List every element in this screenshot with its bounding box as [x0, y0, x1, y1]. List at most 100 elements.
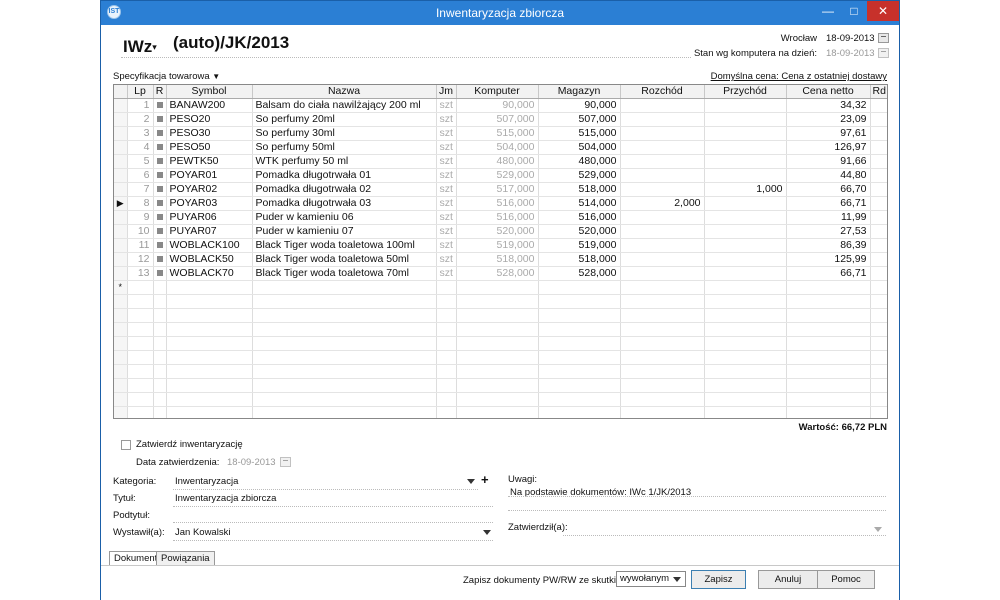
symbol-cell[interactable]: BANAW200 — [166, 98, 253, 113]
podtytul-field[interactable] — [173, 522, 493, 523]
empty-cell[interactable] — [538, 280, 621, 295]
table-row[interactable]: 7 POYAR02 Pomadka długotrwała 02 szt 517,000… — [114, 182, 887, 197]
magazyn-cell[interactable]: 90,000 — [538, 98, 621, 113]
empty-cell[interactable] — [456, 280, 539, 295]
r-header[interactable]: R — [153, 85, 167, 99]
wystawil-field[interactable]: Jan Kowalski — [175, 527, 230, 538]
magazyn-cell[interactable]: 518,000 — [538, 182, 621, 197]
table-row[interactable]: 1 BANAW200 Balsam do ciała nawilżający 200… — [114, 98, 887, 113]
lp-header[interactable]: Lp — [127, 85, 154, 99]
symbol-cell[interactable]: WOBLACK100 — [166, 238, 253, 253]
cena-cell[interactable]: 91,66 — [786, 154, 871, 169]
empty-cell[interactable] — [252, 280, 437, 295]
cena-cell[interactable]: 126,97 — [786, 140, 871, 155]
nazwa-cell[interactable]: So perfumy 30ml — [252, 126, 437, 141]
title-bar[interactable]: IST Inwentaryzacja zbiorcza — □ ✕ — [101, 1, 899, 25]
symbol-cell[interactable]: PESO20 — [166, 112, 253, 127]
cena-cell[interactable]: 86,39 — [786, 238, 871, 253]
default-price-link[interactable]: Domyślna cena: Cena z ostatniej dostawy — [661, 71, 887, 82]
close-button[interactable]: ✕ — [867, 1, 899, 21]
new-row[interactable]: * — [114, 280, 887, 295]
cancel-button[interactable]: Anuluj — [758, 570, 818, 589]
maximize-button[interactable]: □ — [841, 1, 867, 21]
jm-header[interactable]: Jm — [436, 85, 457, 99]
magazyn-cell[interactable]: 528,000 — [538, 266, 621, 281]
table-row[interactable]: 13 WOBLACK70 Black Tiger woda toaletowa 70… — [114, 266, 887, 281]
nazwa-cell[interactable]: So perfumy 20ml — [252, 112, 437, 127]
komputer-header[interactable]: Komputer — [456, 85, 539, 99]
tytul-field[interactable]: Inwentaryzacja zbiorcza — [175, 493, 276, 504]
symbol-cell[interactable]: WOBLACK50 — [166, 252, 253, 267]
table-row[interactable]: 4 PESO50 So perfumy 50ml szt 504,000 504,000 1… — [114, 140, 887, 155]
cena-cell[interactable]: 125,99 — [786, 252, 871, 267]
empty-cell[interactable] — [786, 280, 871, 295]
table-row[interactable]: 10 PUYAR07 Puder w kamieniu 07 szt 520,000 52… — [114, 224, 887, 239]
symbol-cell[interactable]: PUYAR07 — [166, 224, 253, 239]
magazyn-cell[interactable]: 518,000 — [538, 252, 621, 267]
save-button[interactable]: Zapisz — [691, 570, 746, 589]
magazyn-cell[interactable]: 516,000 — [538, 210, 621, 225]
empty-cell[interactable] — [870, 280, 887, 295]
table-row[interactable]: 2 PESO20 So perfumy 20ml szt 507,000 507,000 2… — [114, 112, 887, 127]
cena-cell[interactable]: 23,09 — [786, 112, 871, 127]
table-row[interactable]: 5 PEWTK50 WTK perfumy 50 ml szt 480,000 480,0… — [114, 154, 887, 169]
minimize-button[interactable]: — — [815, 1, 841, 21]
magazyn-cell[interactable]: 520,000 — [538, 224, 621, 239]
add-category-button[interactable]: + — [481, 472, 489, 487]
table-row[interactable]: 6 POYAR01 Pomadka długotrwała 01 szt 529,000… — [114, 168, 887, 183]
empty-cell[interactable] — [436, 280, 457, 295]
nazwa-cell[interactable]: So perfumy 50ml — [252, 140, 437, 155]
magazyn-cell[interactable]: 480,000 — [538, 154, 621, 169]
nazwa-cell[interactable]: Pomadka długotrwała 01 — [252, 168, 437, 183]
empty-cell[interactable] — [166, 280, 253, 295]
cena-cell[interactable]: 66,70 — [786, 182, 871, 197]
magazyn-cell[interactable]: 504,000 — [538, 140, 621, 155]
nazwa-cell[interactable]: Black Tiger woda toaletowa 70ml — [252, 266, 437, 281]
symbol-cell[interactable]: WOBLACK70 — [166, 266, 253, 281]
magazyn-cell[interactable]: 529,000 — [538, 168, 621, 183]
symbol-cell[interactable]: PESO50 — [166, 140, 253, 155]
tab-dokument[interactable]: Dokument — [109, 551, 163, 566]
cena-cell[interactable]: 97,61 — [786, 126, 871, 141]
cena-cell[interactable]: 66,71 — [786, 196, 871, 211]
save-effect-select[interactable]: wywołanym — [616, 571, 686, 587]
nazwa-cell[interactable]: Balsam do ciała nawilżający 200 ml — [252, 98, 437, 113]
table-row[interactable]: ▶ 8 POYAR03 Pomadka długotrwała 03 szt 516,00… — [114, 196, 887, 211]
cena-header[interactable]: Cena netto — [786, 85, 871, 99]
table-row[interactable]: 9 PUYAR06 Puder w kamieniu 06 szt 516,000 516… — [114, 210, 887, 225]
cena-cell[interactable]: 66,71 — [786, 266, 871, 281]
empty-cell[interactable] — [620, 280, 705, 295]
chevron-down-icon[interactable] — [483, 530, 491, 535]
items-grid[interactable]: Lp R Symbol Nazwa Jm Komputer Magazyn Rozchód Pr… — [113, 84, 888, 419]
symbol-header[interactable]: Symbol — [166, 85, 253, 99]
magazyn-header[interactable]: Magazyn — [538, 85, 621, 99]
magazyn-cell[interactable]: 514,000 — [538, 196, 621, 211]
symbol-cell[interactable]: POYAR01 — [166, 168, 253, 183]
tab-powiazania[interactable]: Powiązania — [156, 551, 215, 566]
table-row[interactable]: 3 PESO30 So perfumy 30ml szt 515,000 515,000 9… — [114, 126, 887, 141]
nazwa-cell[interactable]: Puder w kamieniu 07 — [252, 224, 437, 239]
cena-cell[interactable]: 11,99 — [786, 210, 871, 225]
symbol-cell[interactable]: POYAR02 — [166, 182, 253, 197]
approve-checkbox[interactable] — [121, 440, 131, 450]
symbol-cell[interactable]: PEWTK50 — [166, 154, 253, 169]
kategoria-field[interactable]: Inwentaryzacja — [175, 476, 238, 487]
nazwa-cell[interactable]: Puder w kamieniu 06 — [252, 210, 437, 225]
doc-type-selector[interactable]: IWz▾ — [123, 37, 157, 57]
nazwa-header[interactable]: Nazwa — [252, 85, 437, 99]
nazwa-cell[interactable]: Pomadka długotrwała 03 — [252, 196, 437, 211]
magazyn-cell[interactable]: 515,000 — [538, 126, 621, 141]
rozchod-header[interactable]: Rozchód — [620, 85, 705, 99]
empty-cell[interactable] — [127, 280, 154, 295]
cena-cell[interactable]: 27,53 — [786, 224, 871, 239]
help-button[interactable]: Pomoc — [817, 570, 875, 589]
magazyn-cell[interactable]: 507,000 — [538, 112, 621, 127]
magazyn-cell[interactable]: 519,000 — [538, 238, 621, 253]
empty-cell[interactable] — [153, 280, 167, 295]
symbol-cell[interactable]: PUYAR06 — [166, 210, 253, 225]
spec-menu[interactable]: Specyfikacja towarowa ▼ — [113, 71, 220, 82]
calendar-icon[interactable] — [878, 33, 889, 43]
table-row[interactable]: 11 WOBLACK100 Black Tiger woda toaletowa 1… — [114, 238, 887, 253]
table-row[interactable]: 12 WOBLACK50 Black Tiger woda toaletowa 50… — [114, 252, 887, 267]
przychod-header[interactable]: Przychód — [704, 85, 787, 99]
